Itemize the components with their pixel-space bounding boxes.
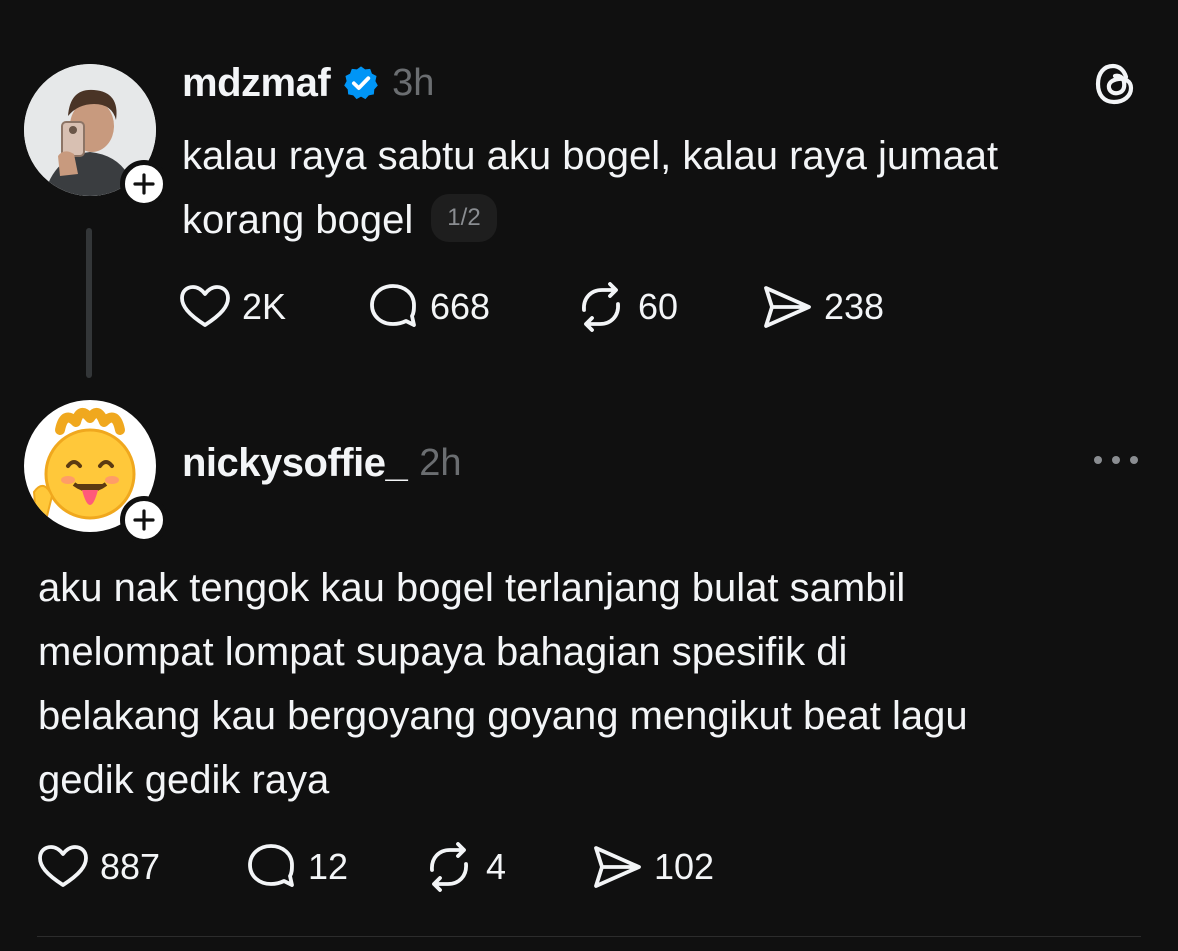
repost-icon — [422, 840, 476, 894]
heart-icon — [178, 280, 232, 334]
share-count: 238 — [824, 286, 885, 327]
repost-button[interactable]: 4 — [422, 840, 590, 894]
post-actions: 2K 668 60 238 — [178, 280, 884, 334]
comment-bubble-icon — [366, 280, 420, 334]
post-text-line: gedik gedik raya — [38, 758, 330, 802]
post-time: 2h — [419, 441, 462, 484]
post-divider — [37, 936, 1141, 937]
thread-reply-post: nickysoffie_ 2h aku nak tengok kau bogel… — [0, 380, 1178, 936]
reply-count: 668 — [430, 286, 491, 327]
reply-count: 12 — [308, 846, 349, 887]
username[interactable]: mdzmaf — [182, 61, 331, 106]
comment-bubble-icon — [244, 840, 298, 894]
follow-button[interactable] — [120, 496, 168, 544]
repost-count: 4 — [486, 846, 507, 887]
thread-pager-badge[interactable]: 1/2 — [431, 194, 497, 243]
post-actions: 887 12 4 102 — [36, 840, 714, 894]
post-text: kalau raya sabtu aku bogel, kalau raya j… — [182, 124, 998, 252]
reply-button[interactable]: 12 — [244, 840, 422, 894]
like-button[interactable]: 2K — [178, 280, 366, 334]
heart-icon — [36, 840, 90, 894]
username[interactable]: nickysoffie_ — [182, 441, 408, 486]
post-text: aku nak tengok kau bogel terlanjang bula… — [38, 556, 968, 812]
share-button[interactable]: 238 — [760, 280, 884, 334]
post-header: mdzmaf 3h — [182, 58, 434, 108]
avatar-wrap[interactable] — [24, 400, 168, 544]
reply-button[interactable]: 668 — [366, 280, 574, 334]
post-text-line: melompat lompat supaya bahagian spesifik… — [38, 630, 848, 674]
like-button[interactable]: 887 — [36, 840, 244, 894]
verified-badge-icon — [344, 66, 378, 100]
share-button[interactable]: 102 — [590, 840, 714, 894]
repost-button[interactable]: 60 — [574, 280, 760, 334]
post-text-line: belakang kau bergoyang goyang mengikut b… — [38, 694, 968, 738]
threads-logo-icon[interactable] — [1092, 60, 1138, 108]
post-text-line: aku nak tengok kau bogel terlanjang bula… — [38, 566, 906, 610]
plus-icon — [133, 173, 155, 195]
plus-icon — [133, 509, 155, 531]
send-icon — [590, 840, 644, 894]
post-text-line-2: korang bogel 1/2 — [182, 188, 998, 252]
send-icon — [760, 280, 814, 334]
avatar-wrap[interactable] — [24, 64, 168, 208]
post-time: 3h — [392, 61, 435, 104]
thread-connector-line — [86, 228, 92, 378]
follow-button[interactable] — [120, 160, 168, 208]
more-horizontal-icon[interactable] — [1092, 452, 1140, 468]
post-text-line: korang bogel — [182, 198, 414, 242]
repost-count: 60 — [638, 286, 679, 327]
share-count: 102 — [654, 846, 715, 887]
post-header: nickysoffie_ 2h — [182, 438, 462, 488]
repost-icon — [574, 280, 628, 334]
like-count: 887 — [100, 846, 161, 887]
like-count: 2K — [242, 286, 287, 327]
post-text-line: kalau raya sabtu aku bogel, kalau raya j… — [182, 134, 999, 178]
thread-post: mdzmaf 3h kalau raya sabtu aku bogel, ka… — [0, 0, 1178, 380]
